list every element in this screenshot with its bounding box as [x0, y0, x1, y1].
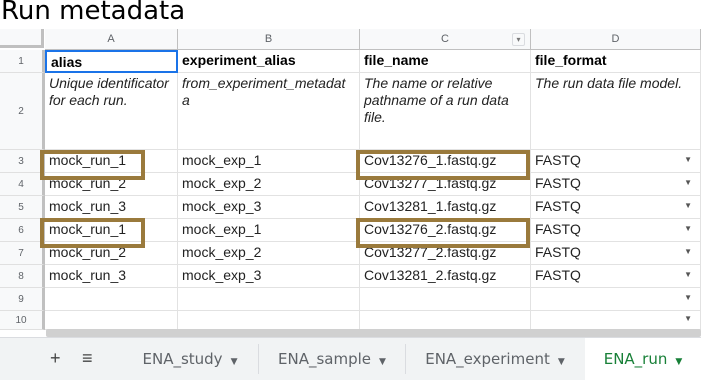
cell-d3-value: FASTQ [535, 152, 581, 168]
cell-d7-value: FASTQ [535, 244, 581, 260]
cell-b1[interactable]: experiment_alias [178, 50, 360, 73]
cell-d9[interactable]: ▼ [531, 288, 701, 311]
cell-a2[interactable]: Unique identificator for each run. [45, 73, 178, 150]
cell-c1[interactable]: file_name [360, 50, 531, 73]
cell-d3[interactable]: FASTQ ▼ [531, 150, 701, 173]
tab-ena-sample[interactable]: ENA_sample ▼ [259, 338, 405, 380]
chevron-down-icon[interactable]: ▼ [684, 270, 692, 279]
chevron-down-icon[interactable]: ▼ [684, 247, 692, 256]
list-icon[interactable]: ≡ [82, 348, 93, 369]
cell-b6[interactable]: mock_exp_1 [178, 219, 360, 242]
cell-d2[interactable]: The run data file model. [531, 73, 701, 150]
row-header-5[interactable]: 5 [0, 196, 45, 219]
spreadsheet-grid: A B C ▾ D 1 2 3 4 5 6 7 8 9 10 alias expe… [0, 29, 701, 337]
cell-d6[interactable]: FASTQ ▼ [531, 219, 701, 242]
row-header-1[interactable]: 1 [0, 50, 45, 73]
cell-a8[interactable]: mock_run_3 [45, 265, 178, 288]
column-header-b[interactable]: B [178, 29, 360, 50]
row-header-9[interactable]: 9 [0, 288, 45, 311]
cell-a5[interactable]: mock_run_3 [45, 196, 178, 219]
chevron-down-icon: ▼ [557, 357, 565, 367]
cell-d8-value: FASTQ [535, 267, 581, 283]
cell-a3[interactable]: mock_run_1 [45, 150, 178, 173]
page-title: Run metadata [1, 0, 186, 26]
select-all-corner[interactable] [0, 29, 44, 48]
cell-d1[interactable]: file_format [531, 50, 701, 73]
chevron-down-icon[interactable]: ▼ [684, 314, 692, 323]
cell-c5[interactable]: Cov13281_1.fastq.gz [360, 196, 531, 219]
filter-icon[interactable]: ▾ [512, 33, 525, 46]
chevron-down-icon[interactable]: ▼ [684, 201, 692, 210]
tab-ena-experiment[interactable]: ENA_experiment ▼ [406, 338, 584, 380]
cell-a1[interactable]: alias [45, 50, 178, 73]
cell-d4[interactable]: FASTQ ▼ [531, 173, 701, 196]
cell-b7[interactable]: mock_exp_2 [178, 242, 360, 265]
cell-c6[interactable]: Cov13276_2.fastq.gz [360, 219, 531, 242]
cell-a4[interactable]: mock_run_2 [45, 173, 178, 196]
row-header-2[interactable]: 2 [0, 73, 45, 150]
cell-b3[interactable]: mock_exp_1 [178, 150, 360, 173]
chevron-down-icon[interactable]: ▼ [684, 293, 692, 302]
tab-ena-run[interactable]: ENA_run ▼ [585, 338, 701, 380]
cell-d8[interactable]: FASTQ ▼ [531, 265, 701, 288]
cell-c10[interactable] [360, 311, 531, 330]
cell-a9[interactable] [45, 288, 178, 311]
chevron-down-icon: ▼ [675, 357, 683, 367]
cell-d6-value: FASTQ [535, 221, 581, 237]
chevron-down-icon[interactable]: ▼ [684, 224, 692, 233]
column-header-c[interactable]: C ▾ [360, 29, 531, 50]
sheet-tab-bar: + ≡ ENA_study ▼ ENA_sample ▼ ENA_experimen… [0, 337, 701, 380]
chevron-down-icon[interactable]: ▼ [684, 178, 692, 187]
column-header-c-label: C [441, 33, 449, 45]
cell-d5-value: FASTQ [535, 198, 581, 214]
cell-b9[interactable] [178, 288, 360, 311]
column-header-a[interactable]: A [45, 29, 178, 50]
cell-d10[interactable]: ▼ [531, 311, 701, 330]
cell-b8[interactable]: mock_exp_3 [178, 265, 360, 288]
cell-d4-value: FASTQ [535, 175, 581, 191]
cell-a6[interactable]: mock_run_1 [45, 219, 178, 242]
cell-d5[interactable]: FASTQ ▼ [531, 196, 701, 219]
horizontal-scrollbar[interactable] [46, 329, 701, 337]
row-header-10[interactable]: 10 [0, 311, 45, 330]
tab-ena-study-label: ENA_study [142, 350, 223, 368]
row-header-8[interactable]: 8 [0, 265, 45, 288]
cell-b2[interactable]: from_experiment_metadat a [178, 73, 360, 150]
tab-ena-experiment-label: ENA_experiment [425, 350, 550, 368]
tab-ena-run-label: ENA_run [603, 350, 668, 368]
chevron-down-icon: ▼ [379, 357, 386, 367]
cell-b10[interactable] [178, 311, 360, 330]
cell-c7[interactable]: Cov13277_2.fastq.gz [360, 242, 531, 265]
cell-a7[interactable]: mock_run_2 [45, 242, 178, 265]
cell-c9[interactable] [360, 288, 531, 311]
tab-ena-sample-label: ENA_sample [278, 350, 372, 368]
cell-c8[interactable]: Cov13281_2.fastq.gz [360, 265, 531, 288]
row-header-7[interactable]: 7 [0, 242, 45, 265]
cell-b4[interactable]: mock_exp_2 [178, 173, 360, 196]
cell-c3[interactable]: Cov13276_1.fastq.gz [360, 150, 531, 173]
tab-ena-study[interactable]: ENA_study ▼ [122, 338, 258, 380]
column-header-d[interactable]: D [531, 29, 701, 50]
cell-b5[interactable]: mock_exp_3 [178, 196, 360, 219]
cell-c2[interactable]: The name or relative pathname of a run d… [360, 73, 531, 150]
row-header-3[interactable]: 3 [0, 150, 45, 173]
cell-d7[interactable]: FASTQ ▼ [531, 242, 701, 265]
cell-a10[interactable] [45, 311, 178, 330]
chevron-down-icon[interactable]: ▼ [684, 155, 692, 164]
cell-c4[interactable]: Cov13277_1.fastq.gz [360, 173, 531, 196]
row-header-4[interactable]: 4 [0, 173, 45, 196]
chevron-down-icon: ▼ [230, 357, 238, 367]
row-header-6[interactable]: 6 [0, 219, 45, 242]
plus-icon[interactable]: + [50, 348, 61, 369]
